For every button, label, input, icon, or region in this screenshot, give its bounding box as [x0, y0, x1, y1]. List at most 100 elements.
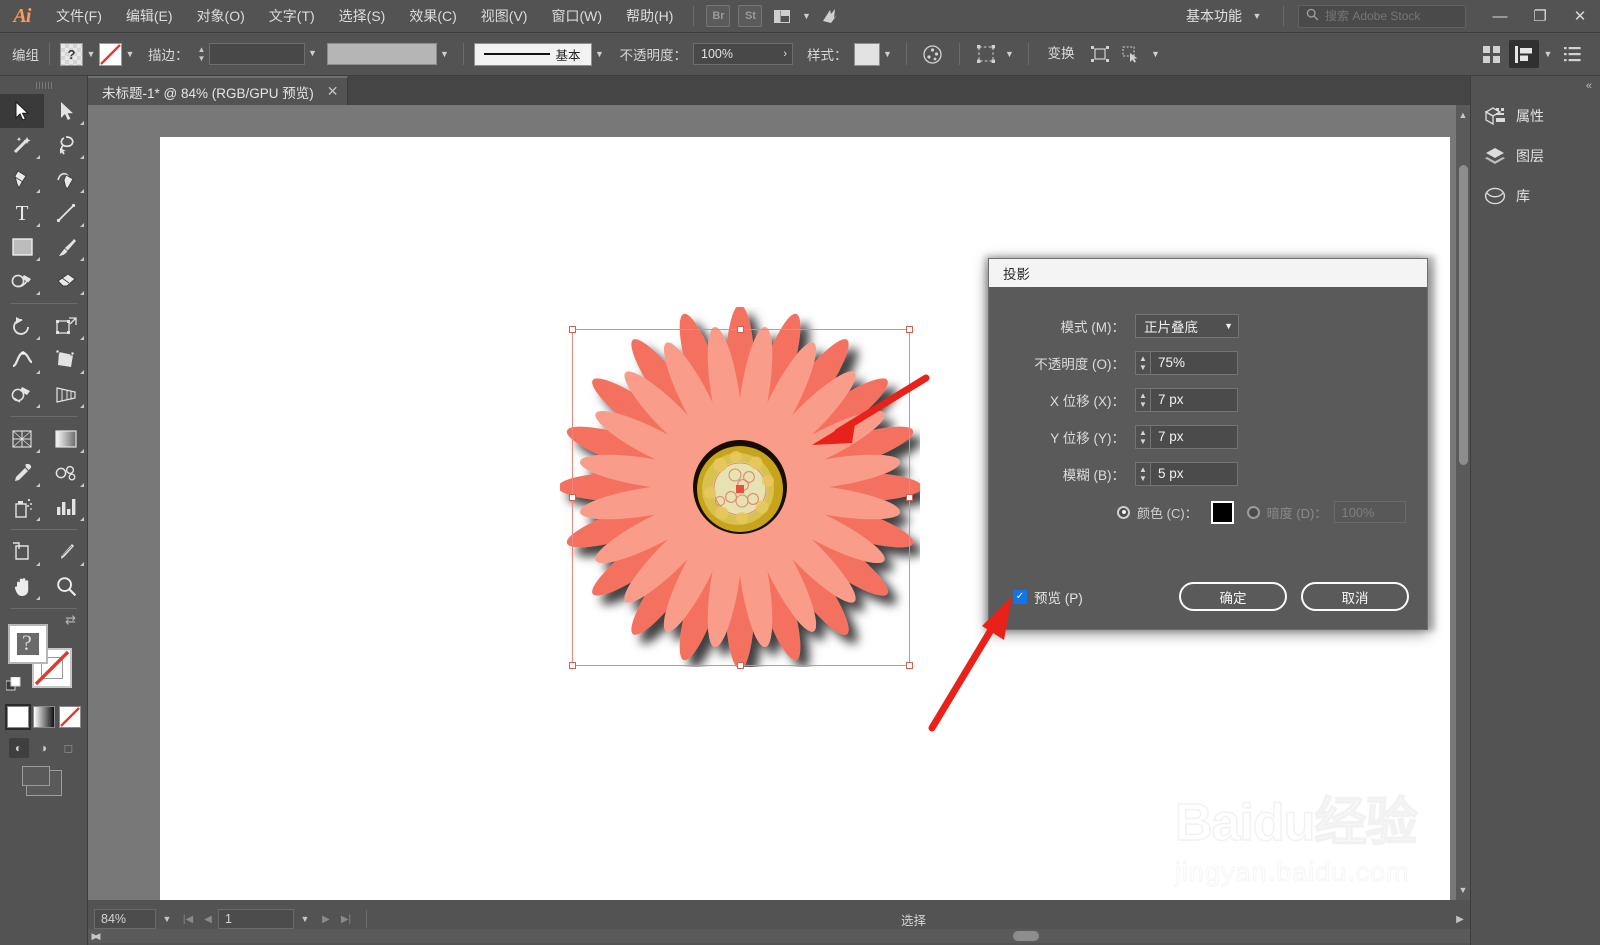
paintbrush-tool[interactable]: [44, 230, 88, 264]
stock-search-box[interactable]: [1298, 4, 1466, 28]
menu-file[interactable]: 文件(F): [44, 0, 114, 33]
blend-tool[interactable]: [44, 456, 88, 490]
rectangle-tool[interactable]: [0, 230, 44, 264]
menu-window[interactable]: 窗口(W): [539, 0, 614, 33]
sync-settings-icon[interactable]: [818, 5, 842, 27]
selection-handle-tl[interactable]: [569, 326, 576, 333]
offset-y-stepper[interactable]: ▲ ▼: [1135, 424, 1150, 449]
column-graph-tool[interactable]: [44, 490, 88, 524]
fill-swatch[interactable]: [60, 42, 83, 66]
menu-view[interactable]: 视图(V): [469, 0, 540, 33]
stroke-profile-chevron-icon[interactable]: ▼: [437, 44, 453, 64]
artboard-number-field[interactable]: 1: [218, 909, 294, 929]
next-artboard-button[interactable]: ▶: [316, 914, 336, 925]
default-fill-stroke-icon[interactable]: [5, 676, 22, 696]
none-mode-button[interactable]: [58, 706, 81, 728]
brush-chevron-icon[interactable]: ▼: [592, 44, 608, 64]
color-radio[interactable]: [1117, 505, 1130, 519]
free-transform-tool[interactable]: [44, 343, 88, 377]
gradient-mode-button[interactable]: [32, 706, 55, 728]
zoom-chevron-icon[interactable]: ▼: [156, 914, 178, 924]
style-chevron-icon[interactable]: ▼: [880, 44, 896, 64]
pen-tool[interactable]: [0, 162, 44, 196]
panel-layers[interactable]: 图层: [1471, 136, 1600, 176]
toolbar-drag-handle[interactable]: [0, 76, 87, 94]
artboard-tool[interactable]: [0, 535, 44, 569]
magic-wand-tool[interactable]: [0, 128, 44, 162]
menu-help[interactable]: 帮助(H): [614, 0, 685, 33]
selection-tool[interactable]: [0, 94, 44, 128]
menu-effect[interactable]: 效果(C): [397, 0, 468, 33]
mode-select[interactable]: 正片叠底 ▼: [1135, 313, 1239, 338]
opacity-field[interactable]: 100% ›: [693, 43, 793, 65]
shadow-color-swatch[interactable]: [1210, 500, 1234, 524]
type-tool[interactable]: T: [0, 196, 44, 230]
arrange-chevron-icon[interactable]: ▼: [1540, 44, 1556, 64]
symbol-sprayer-tool[interactable]: [0, 490, 44, 524]
expand-panels-icon[interactable]: «: [1471, 76, 1600, 96]
last-artboard-button[interactable]: ▶|: [336, 914, 356, 925]
canvas-vertical-scrollbar[interactable]: ▲ ▼: [1456, 105, 1470, 900]
offset-x-input[interactable]: 7 px: [1150, 387, 1238, 412]
scale-tool[interactable]: [44, 309, 88, 343]
stroke-chevron-icon[interactable]: ▼: [122, 44, 138, 64]
anchor-point-chevron-icon[interactable]: ▼: [1148, 44, 1164, 64]
mesh-tool[interactable]: [0, 422, 44, 456]
align-panel-icon[interactable]: [1477, 40, 1507, 68]
close-icon[interactable]: ✕: [327, 83, 339, 100]
previous-artboard-button[interactable]: ◀: [198, 914, 218, 925]
curvature-tool[interactable]: [44, 162, 88, 196]
normal-screen-mode[interactable]: ◐: [8, 738, 29, 758]
opacity-stepper[interactable]: ▲ ▼: [1135, 350, 1150, 375]
eraser-tool[interactable]: [44, 264, 88, 298]
canvas-horizontal-scrollbar[interactable]: ◀ ▶: [88, 929, 1470, 943]
menu-type[interactable]: 文字(T): [257, 0, 327, 33]
stock-icon[interactable]: St: [738, 5, 763, 27]
arrange-documents-chevron-icon[interactable]: ▼: [798, 6, 814, 26]
transform-button[interactable]: 变换: [1039, 41, 1084, 67]
search-input[interactable]: [1325, 9, 1458, 23]
hand-tool[interactable]: [0, 569, 44, 603]
fill-color-box[interactable]: ?: [8, 624, 48, 664]
shape-builder-tool[interactable]: [0, 377, 44, 411]
drop-shadow-dialog[interactable]: 投影 模式 (M)： 正片叠底 ▼ 不透明度 (O)： ▲ ▼ 75% X 位移 …: [988, 258, 1428, 630]
stroke-weight-chevron-icon[interactable]: ▼: [305, 43, 321, 63]
status-menu-icon[interactable]: ▶: [1450, 914, 1470, 925]
recolor-artwork-icon[interactable]: [918, 40, 948, 68]
rotate-tool[interactable]: [0, 309, 44, 343]
width-tool[interactable]: [0, 343, 44, 377]
scroll-down-icon[interactable]: ▼: [1456, 882, 1470, 898]
stroke-weight-field[interactable]: [208, 43, 305, 65]
select-similar-icon[interactable]: [971, 40, 1001, 68]
scroll-right-icon[interactable]: ▶: [88, 928, 102, 944]
arrange-objects-icon[interactable]: [1509, 40, 1539, 68]
swap-fill-stroke-icon[interactable]: ⇄: [65, 612, 76, 628]
gradient-tool[interactable]: [44, 422, 88, 456]
selection-handle-br[interactable]: [906, 662, 913, 669]
panel-properties[interactable]: 属性: [1471, 96, 1600, 136]
anchor-point-icon[interactable]: [1117, 40, 1147, 68]
direct-selection-tool[interactable]: [44, 94, 88, 128]
selection-handle-tr[interactable]: [906, 326, 913, 333]
menu-object[interactable]: 对象(O): [185, 0, 257, 33]
first-artboard-button[interactable]: |◀: [178, 914, 198, 925]
vertical-scroll-thumb[interactable]: [1459, 165, 1468, 465]
maximize-button[interactable]: ❐: [1520, 0, 1560, 33]
graphic-style-swatch[interactable]: [853, 42, 880, 66]
panel-options-icon[interactable]: [1557, 40, 1587, 68]
document-tab[interactable]: 未标题-1* @ 84% (RGB/GPU 预览) ✕: [88, 76, 349, 105]
darkness-radio[interactable]: [1246, 505, 1260, 519]
menu-edit[interactable]: 编辑(E): [114, 0, 185, 33]
fill-chevron-icon[interactable]: ▼: [83, 44, 99, 64]
full-screen-menubar-mode[interactable]: ◑: [34, 738, 54, 758]
workspace-switcher[interactable]: 基本功能 ▼: [1176, 3, 1275, 29]
zoom-tool[interactable]: [44, 569, 88, 603]
cancel-button[interactable]: 取消: [1301, 582, 1409, 611]
minimize-button[interactable]: —: [1480, 0, 1520, 33]
full-screen-mode[interactable]: ◻: [59, 738, 79, 758]
blur-stepper[interactable]: ▲ ▼: [1135, 461, 1150, 486]
panel-libraries[interactable]: 库: [1471, 176, 1600, 216]
selection-handle-mr[interactable]: [906, 493, 913, 501]
scroll-up-icon[interactable]: ▲: [1456, 107, 1470, 123]
isolate-group-icon[interactable]: [1085, 40, 1115, 68]
